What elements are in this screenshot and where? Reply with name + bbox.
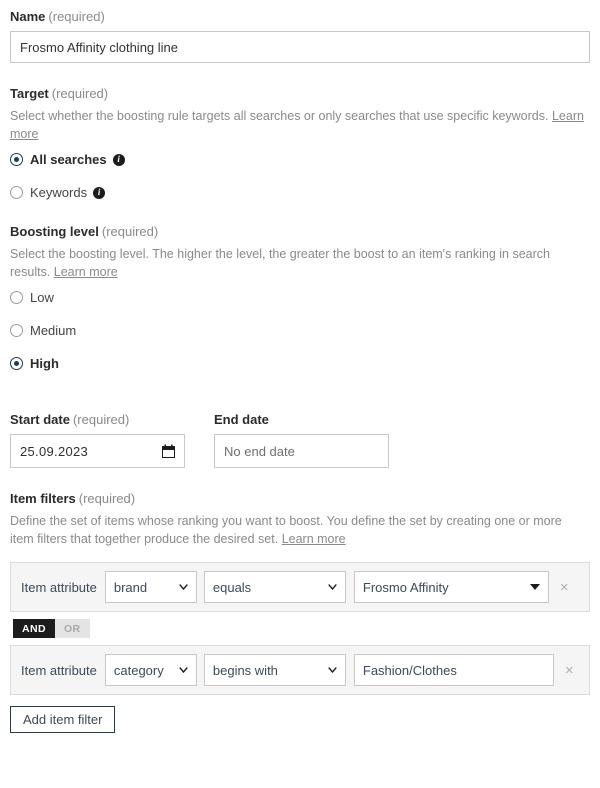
- boosting-rule-form: Name(required) Target(required) Select w…: [0, 0, 600, 733]
- start-date-field-block: Start date(required) 25.09.2023: [10, 411, 214, 468]
- target-radio-keywords-label: Keywords: [30, 185, 87, 200]
- item-filters-help-text: Define the set of items whose ranking yo…: [10, 513, 588, 548]
- boosting-level-label-text: Boosting level: [10, 224, 99, 239]
- filter-operator-value: begins with: [213, 663, 319, 678]
- boosting-level-radio-medium[interactable]: Medium: [10, 322, 590, 339]
- end-date-label: End date: [214, 411, 418, 428]
- remove-filter-button[interactable]: ×: [560, 580, 569, 595]
- end-date-label-text: End date: [214, 412, 269, 427]
- add-item-filter-button[interactable]: Add item filter: [10, 706, 115, 733]
- start-date-required-tag: (required): [73, 412, 129, 427]
- boosting-level-label: Boosting level(required): [10, 223, 590, 240]
- start-date-input[interactable]: 25.09.2023: [10, 434, 185, 468]
- item-filters-required-tag: (required): [79, 491, 135, 506]
- conjunction-or-button[interactable]: OR: [55, 619, 90, 638]
- name-label: Name(required): [10, 8, 590, 25]
- target-radio-keywords[interactable]: Keywords i: [10, 184, 590, 201]
- filter-attribute-value: brand: [114, 580, 170, 595]
- filter-attribute-value: category: [114, 663, 170, 678]
- target-label: Target(required): [10, 85, 590, 102]
- item-filters-block: Item filters(required) Define the set of…: [10, 490, 590, 733]
- radio-indicator-icon: [10, 291, 23, 304]
- filter-value-input[interactable]: [354, 654, 554, 686]
- boosting-level-field-block: Boosting level(required) Select the boos…: [10, 223, 590, 372]
- calendar-icon[interactable]: [162, 444, 175, 458]
- info-icon[interactable]: i: [113, 154, 125, 166]
- radio-indicator-icon: [10, 186, 23, 199]
- boosting-level-radio-group: Low Medium High: [10, 289, 590, 372]
- target-radio-all-searches-label: All searches: [30, 152, 107, 167]
- radio-indicator-icon: [10, 153, 23, 166]
- info-icon[interactable]: i: [93, 187, 105, 199]
- filter-operator-select[interactable]: equals: [204, 571, 346, 603]
- filter-attribute-select[interactable]: brand: [105, 571, 197, 603]
- chevron-down-icon: [328, 667, 337, 673]
- item-filters-learn-more-link[interactable]: Learn more: [282, 532, 346, 546]
- boosting-level-radio-low-label: Low: [30, 290, 54, 305]
- end-date-input[interactable]: No end date: [214, 434, 389, 468]
- start-date-label: Start date(required): [10, 411, 214, 428]
- chevron-down-icon: [328, 584, 337, 590]
- target-radio-all-searches[interactable]: All searches i: [10, 151, 590, 168]
- item-filter-row: Item attribute category begins with ×: [10, 645, 590, 695]
- radio-indicator-icon: [10, 357, 23, 370]
- end-date-field-block: End date No end date: [214, 411, 418, 468]
- radio-indicator-icon: [10, 324, 23, 337]
- filter-operator-value: equals: [213, 580, 319, 595]
- start-date-label-text: Start date: [10, 412, 70, 427]
- name-field-block: Name(required): [10, 8, 590, 63]
- start-date-value: 25.09.2023: [20, 444, 162, 459]
- chevron-down-icon: [179, 584, 188, 590]
- boosting-level-learn-more-link[interactable]: Learn more: [54, 265, 118, 279]
- target-help-sentence: Select whether the boosting rule targets…: [10, 109, 548, 123]
- target-radio-group: All searches i Keywords i: [10, 151, 590, 201]
- boosting-level-radio-medium-label: Medium: [30, 323, 76, 338]
- filter-attribute-select[interactable]: category: [105, 654, 197, 686]
- target-field-block: Target(required) Select whether the boos…: [10, 85, 590, 201]
- name-required-tag: (required): [48, 9, 104, 24]
- item-filters-label-text: Item filters: [10, 491, 76, 506]
- boosting-level-help-text: Select the boosting level. The higher th…: [10, 246, 588, 281]
- item-attribute-label: Item attribute: [21, 663, 97, 678]
- name-label-text: Name: [10, 9, 45, 24]
- target-required-tag: (required): [52, 86, 108, 101]
- item-attribute-label: Item attribute: [21, 580, 97, 595]
- target-label-text: Target: [10, 86, 49, 101]
- filter-value-combobox[interactable]: Frosmo Affinity: [354, 571, 549, 603]
- end-date-placeholder: No end date: [224, 444, 379, 459]
- filter-operator-select[interactable]: begins with: [204, 654, 346, 686]
- boosting-level-radio-high-label: High: [30, 356, 59, 371]
- boosting-level-radio-high[interactable]: High: [10, 355, 590, 372]
- remove-filter-button[interactable]: ×: [565, 663, 574, 678]
- name-input[interactable]: [10, 31, 590, 63]
- conjunction-toggle: AND OR: [13, 619, 90, 638]
- item-filter-row: Item attribute brand equals Frosmo Affin…: [10, 562, 590, 612]
- triangle-down-icon: [530, 584, 540, 590]
- boosting-level-radio-low[interactable]: Low: [10, 289, 590, 306]
- target-help-text: Select whether the boosting rule targets…: [10, 108, 588, 143]
- date-row: Start date(required) 25.09.2023 End date…: [10, 411, 590, 468]
- boosting-level-required-tag: (required): [102, 224, 158, 239]
- item-filters-label: Item filters(required): [10, 490, 590, 507]
- filter-value-text: Frosmo Affinity: [363, 580, 524, 595]
- conjunction-and-button[interactable]: AND: [13, 619, 55, 638]
- chevron-down-icon: [179, 667, 188, 673]
